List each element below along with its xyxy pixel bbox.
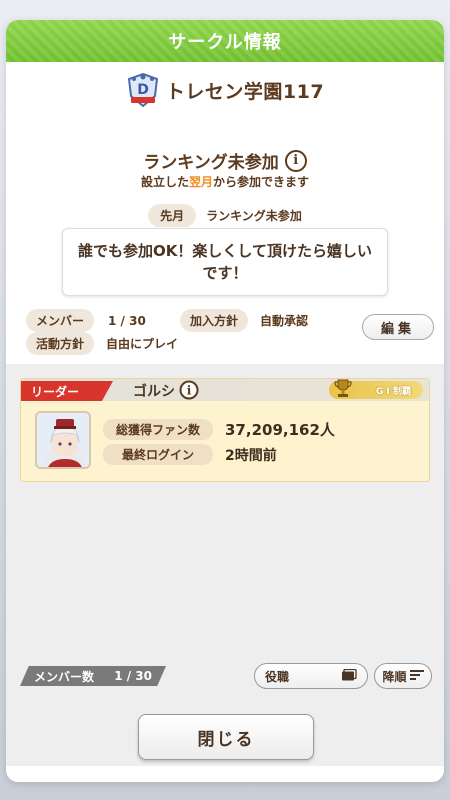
last-month-row: 先月 ランキング未参加 [6, 204, 444, 227]
circle-message: 誰でも参加OK！楽しくして頂けたら嬉しいです！ [62, 228, 388, 296]
window-icon [341, 668, 357, 684]
avatar [35, 411, 91, 469]
ranking-title-row: ランキング未参加 i [6, 148, 444, 173]
ranking-status: ランキング未参加 [143, 153, 279, 173]
trophy-icon [333, 377, 353, 399]
members-label: メンバー [26, 309, 95, 332]
fans-row: 総獲得ファン数 37,209,162人 [103, 419, 335, 440]
leader-card[interactable]: リーダー ゴルシ i G I 制覇 総獲得ファン数 37,209,162人 最終… [20, 378, 430, 482]
ranking-note: 設立した翌月から参加できます [6, 173, 444, 190]
last-login-label: 最終ログイン [103, 444, 213, 465]
leader-badge: リーダー [21, 381, 113, 401]
leader-info-icon[interactable]: i [179, 380, 199, 400]
activity-policy-info: 活動方針 自由にプレイ [26, 332, 178, 355]
leader-name: ゴルシ [133, 384, 175, 400]
activity-policy-value: 自由にプレイ [106, 337, 179, 351]
circle-name-row: D トレセン学園117 [6, 72, 444, 108]
members-info: メンバー 1 / 30 [26, 309, 146, 332]
member-count-bar: メンバー数 1 / 30 [20, 666, 166, 686]
g1-badge: G I 制覇 [329, 379, 423, 399]
circle-emblem-icon: D [126, 72, 160, 108]
role-filter-button[interactable]: 役職 [254, 663, 368, 689]
role-filter-label: 役職 [265, 669, 290, 684]
fans-label: 総獲得ファン数 [103, 419, 213, 440]
join-policy-label: 加入方針 [180, 309, 249, 332]
member-list: リーダー ゴルシ i G I 制覇 総獲得ファン数 37,209,162人 最終… [6, 364, 444, 766]
last-month-label: 先月 [148, 204, 197, 227]
member-count-label: メンバー数 [34, 669, 95, 684]
join-policy-value: 自動承認 [260, 314, 309, 328]
dialog-header: サークル情報 [6, 20, 444, 62]
svg-text:D: D [137, 82, 149, 98]
members-value: 1 / 30 [108, 313, 146, 328]
ranking-info-icon[interactable]: i [284, 149, 307, 172]
sort-order-label: 降順 [382, 669, 407, 684]
ranking-note-prefix: 設立した [140, 175, 189, 189]
fans-value: 37,209,162人 [225, 421, 335, 439]
last-month-value: ランキング未参加 [206, 209, 302, 223]
sort-order-button[interactable]: 降順 [374, 663, 432, 689]
sort-lines-icon [409, 669, 424, 684]
last-login-row: 最終ログイン 2時間前 [103, 444, 277, 465]
ranking-note-highlight: 翌月 [188, 175, 213, 189]
member-count-value: 1 / 30 [114, 669, 152, 683]
join-policy-info: 加入方針 自動承認 [180, 309, 308, 332]
dialog-title: サークル情報 [168, 32, 282, 53]
circle-name: トレセン学園117 [165, 80, 325, 103]
activity-policy-label: 活動方針 [26, 332, 95, 355]
g1-badge-label: G I 制覇 [375, 386, 411, 397]
svg-text:i: i [187, 384, 192, 398]
edit-button[interactable]: 編集 [362, 314, 434, 340]
circle-info-dialog: サークル情報 D トレセン学園117 ランキング未参加 i 設立した翌月から参加… [6, 20, 444, 782]
last-login-value: 2時間前 [225, 447, 277, 464]
close-button[interactable]: 閉じる [138, 714, 314, 760]
ranking-note-suffix: から参加できます [213, 175, 310, 189]
